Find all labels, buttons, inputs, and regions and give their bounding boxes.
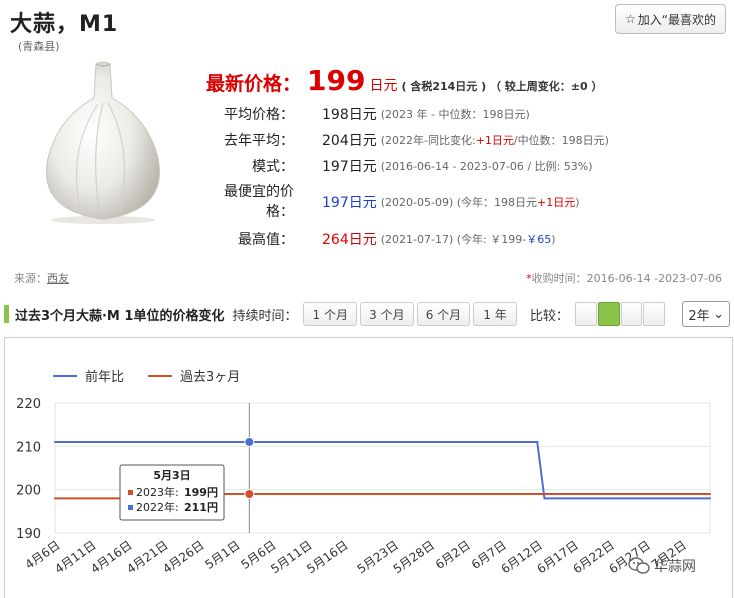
tooltip-swatch [128, 490, 133, 495]
latest-price: 最新价格： 199 日元 ( 含税214日元 ) （ 较上周变化：±0 ） [206, 64, 726, 97]
latest-price-note: ( 含税214日元 ) （ 较上周变化：±0 ） [401, 80, 603, 93]
x-tick-label: 5月28日 [391, 538, 437, 576]
latest-price-value: 199 [307, 64, 366, 97]
y-tick-label: 210 [16, 440, 41, 455]
row-value: 204日元 [322, 133, 377, 149]
row-detail: (2023 年 - 中位数：198日元) [380, 108, 530, 121]
tooltip-label: 2023年: [136, 485, 179, 499]
tooltip-value: 199円 [184, 486, 218, 499]
row-value: 198日元 [322, 107, 377, 123]
star-icon: ☆ [625, 12, 636, 26]
row-label: 平均价格： [224, 107, 294, 123]
row-label: 模式： [252, 159, 294, 175]
tooltip-value: 211円 [184, 501, 218, 514]
data-point [543, 497, 546, 500]
average-price-row: 平均价格： 198日元 (2023 年 - 中位数：198日元) [206, 104, 530, 124]
row-detail: (2021-07-17) (今年: ￥199- [380, 233, 527, 246]
duration-6-month-button[interactable]: 6 个月 [416, 302, 471, 326]
collection-period: *收购时间：2016-06-14 -2023-07-06 [526, 270, 722, 286]
duration-1-year-button[interactable]: 1 年 [473, 302, 517, 326]
duration-label: 持续时间： [232, 308, 298, 324]
row-detail-end: ) [575, 195, 580, 209]
tooltip-date: 5月3日 [153, 469, 190, 482]
source: 来源：西友 [14, 270, 69, 286]
x-tick-label: 4月26日 [160, 538, 206, 576]
cheapest-row: 最便宜的价格： 197日元 (2020-05-09) (今年：198日元 +1日… [206, 182, 580, 222]
x-tick-label: 5月1日 [202, 538, 242, 572]
mode-row: 模式： 197日元 (2016-06-14 - 2023-07-06 / 比例:… [206, 156, 592, 176]
duration-3-month-button[interactable]: 3 个月 [360, 302, 414, 326]
row-detail: (2016-06-14 - 2023-07-06 / 比例: 53%) [380, 160, 593, 173]
row-label: 最高值： [238, 232, 294, 248]
data-point [54, 441, 56, 443]
source-link[interactable]: 西友 [47, 272, 69, 285]
highest-row: 最高值： 264日元 (2021-07-17) (今年: ￥199- ￥65 ) [206, 229, 556, 249]
add-favorite-label: 加入“最喜欢的 [637, 12, 716, 27]
chevron-down-icon: ⌄ [713, 306, 725, 322]
region-label: (青森县) [18, 40, 60, 53]
row-label: 去年平均： [224, 133, 294, 149]
row-detail-change: +1日元 [537, 196, 576, 209]
row-value: 264日元 [322, 232, 377, 248]
legend-label: 過去3ヶ月 [180, 370, 240, 385]
data-point [709, 497, 711, 500]
garlic-image [46, 61, 160, 224]
chart-section-title: 过去3个月大蒜·M 1单位的价格变化 [14, 308, 225, 324]
compare-option-4[interactable] [643, 302, 666, 326]
row-detail-end: ) [551, 232, 556, 246]
compare-option-2[interactable] [597, 302, 620, 326]
highlight-point [244, 489, 255, 499]
price-summary: 最新价格： 199 日元 ( 含税214日元 ) （ 较上周变化：±0 ） [206, 64, 726, 97]
row-detail: (2022年-同比变化: [380, 134, 476, 147]
compare-option-3[interactable] [620, 302, 643, 326]
price-chart-svg: 1902002102204月6日4月11日4月16日4月21日4月26日5月1日… [16, 369, 711, 576]
collection-period-text: 收购时间：2016-06-14 -2023-07-06 [531, 272, 722, 285]
row-detail: (2020-05-09) (今年：198日元 [380, 196, 538, 209]
wechat-icon [628, 557, 650, 574]
duration-1-month-button[interactable]: 1 个月 [303, 302, 358, 326]
latest-price-unit: 日元 [369, 78, 398, 94]
data-point [536, 441, 539, 443]
y-tick-label: 200 [16, 484, 41, 499]
row-label: 最便宜的价格： [224, 184, 294, 220]
product-title: 大蒜，M1 [10, 12, 119, 37]
data-point [709, 493, 711, 495]
chart-toolbar: 过去3个月大蒜·M 1单位的价格变化 持续时间： 1 个月 3 个月 6 个月 … [4, 300, 731, 328]
tooltip-swatch [128, 505, 133, 510]
compare-label: 比较： [529, 308, 569, 324]
x-tick-label: 5月16日 [304, 538, 350, 576]
price-chart: 190 200 210 220 4月6日 4月11日 4月16日 4月21日 4月26日 5月1日… [4, 337, 733, 598]
y-tick-label: 190 [16, 527, 41, 542]
row-detail-median: /中位数：198日元) [513, 134, 609, 147]
year-select-value: 2年 [688, 308, 710, 324]
row-detail-diff: ￥65 [526, 233, 552, 246]
y-tick-label: 220 [16, 397, 41, 412]
year-select[interactable]: 2年 ⌄ [682, 301, 731, 327]
data-point [54, 497, 56, 500]
source-label: 来源： [14, 272, 47, 285]
last-year-average-row: 去年平均： 204日元 (2022年-同比变化: +1日元 /中位数：198日元… [206, 130, 609, 150]
compare-option-1[interactable] [574, 302, 597, 326]
row-detail-change: +1日元 [475, 134, 514, 147]
row-value: 197日元 [322, 159, 377, 175]
add-favorite-button[interactable]: ☆ 加入“最喜欢的 [615, 4, 726, 34]
legend-label: 前年比 [85, 369, 124, 385]
watermark: 华蒜网 [628, 556, 696, 576]
x-tick-label: 6月2日 [433, 538, 473, 572]
highlight-point [244, 437, 255, 447]
latest-price-label: 最新价格： [206, 73, 302, 95]
section-accent [4, 305, 9, 323]
tooltip-label: 2022年: [136, 500, 179, 514]
row-value: 197日元 [322, 195, 377, 211]
watermark-text: 华蒜网 [654, 559, 696, 575]
